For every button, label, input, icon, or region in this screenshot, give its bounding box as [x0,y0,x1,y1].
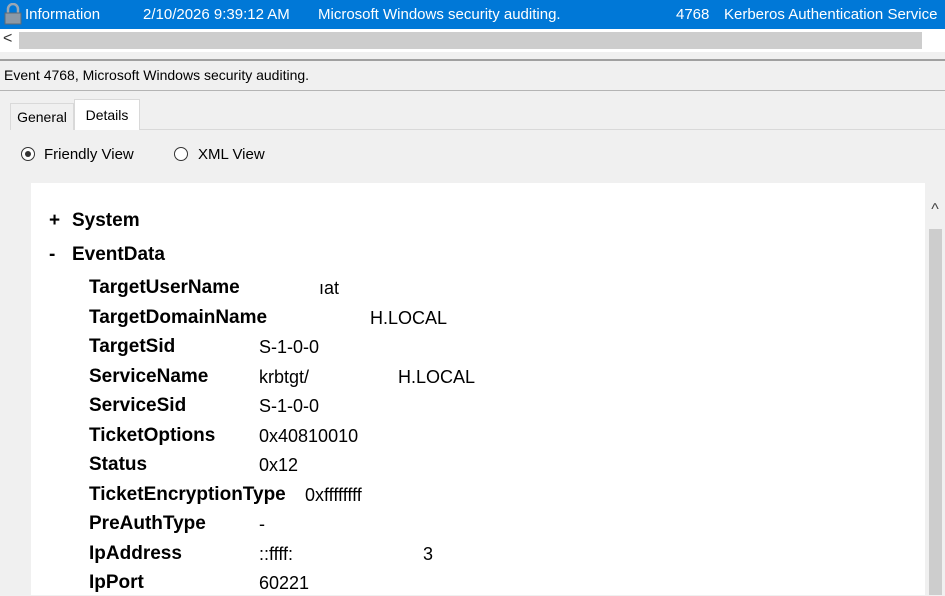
field-value: ::ffff: [259,544,294,564]
xml-view-label[interactable]: XML View [198,146,265,163]
splitter[interactable] [0,59,945,61]
eventdata-node[interactable]: EventData [72,244,165,266]
horizontal-scrollbar[interactable]: < [0,29,945,52]
tab-general[interactable]: General [10,103,74,130]
event-datetime: 2/10/2026 9:39:12 AM [143,6,290,23]
field-key: TargetUserName [89,277,240,298]
field-value: ıat [319,278,340,298]
event-id: 4768 [676,6,710,23]
field-key: Status [89,454,148,475]
field-key: PreAuthType [89,513,206,534]
field-key: IpAddress [89,543,182,564]
field-value: S-1-0-0 [259,396,320,416]
field-value: 0xffffffff [305,485,362,505]
friendly-view-label[interactable]: Friendly View [44,146,134,163]
event-category: Kerberos Authentication Service [724,6,938,23]
field-key: TargetSid [89,336,176,357]
event-title: Event 4768, Microsoft Windows security a… [4,67,310,83]
field-value: - [259,514,265,534]
tab-details[interactable]: Details [74,99,140,130]
system-toggle[interactable]: + [49,210,60,232]
event-level: Information [25,6,101,23]
field-key: ServiceName [89,366,209,387]
field-value-suffix: 3 [423,544,434,564]
field-key: IpPort [89,572,144,593]
field-key: TicketOptions [89,425,216,446]
field-value: krbtgt/ [259,367,310,387]
lock-icon [4,3,22,25]
vertical-scrollbar[interactable]: ^ [925,183,945,595]
field-value-suffix: H.LOCAL [398,367,476,387]
divider [0,90,945,91]
xml-view-radio[interactable] [174,147,188,161]
field-value: 0x40810010 [259,426,359,446]
horizontal-scroll-thumb[interactable] [19,32,922,49]
field-value: 60221 [259,573,310,593]
field-value: 0x12 [259,455,299,475]
field-key: TicketEncryptionType [89,484,286,505]
field-value: S-1-0-0 [259,337,320,357]
event-source: Microsoft Windows security auditing. [318,6,561,23]
field-key: ServiceSid [89,395,187,416]
field-value: H.LOCAL [370,308,448,328]
scroll-left-icon[interactable]: < [3,30,12,48]
event-list-row-selected[interactable]: Information 2/10/2026 9:39:12 AM Microso… [0,0,945,29]
vertical-scroll-thumb[interactable] [929,229,942,595]
system-node[interactable]: System [72,210,140,232]
field-key: TargetDomainName [89,307,268,328]
friendly-view-radio[interactable] [21,147,35,161]
scroll-up-icon[interactable]: ^ [925,201,945,219]
eventdata-toggle[interactable]: - [49,244,55,266]
